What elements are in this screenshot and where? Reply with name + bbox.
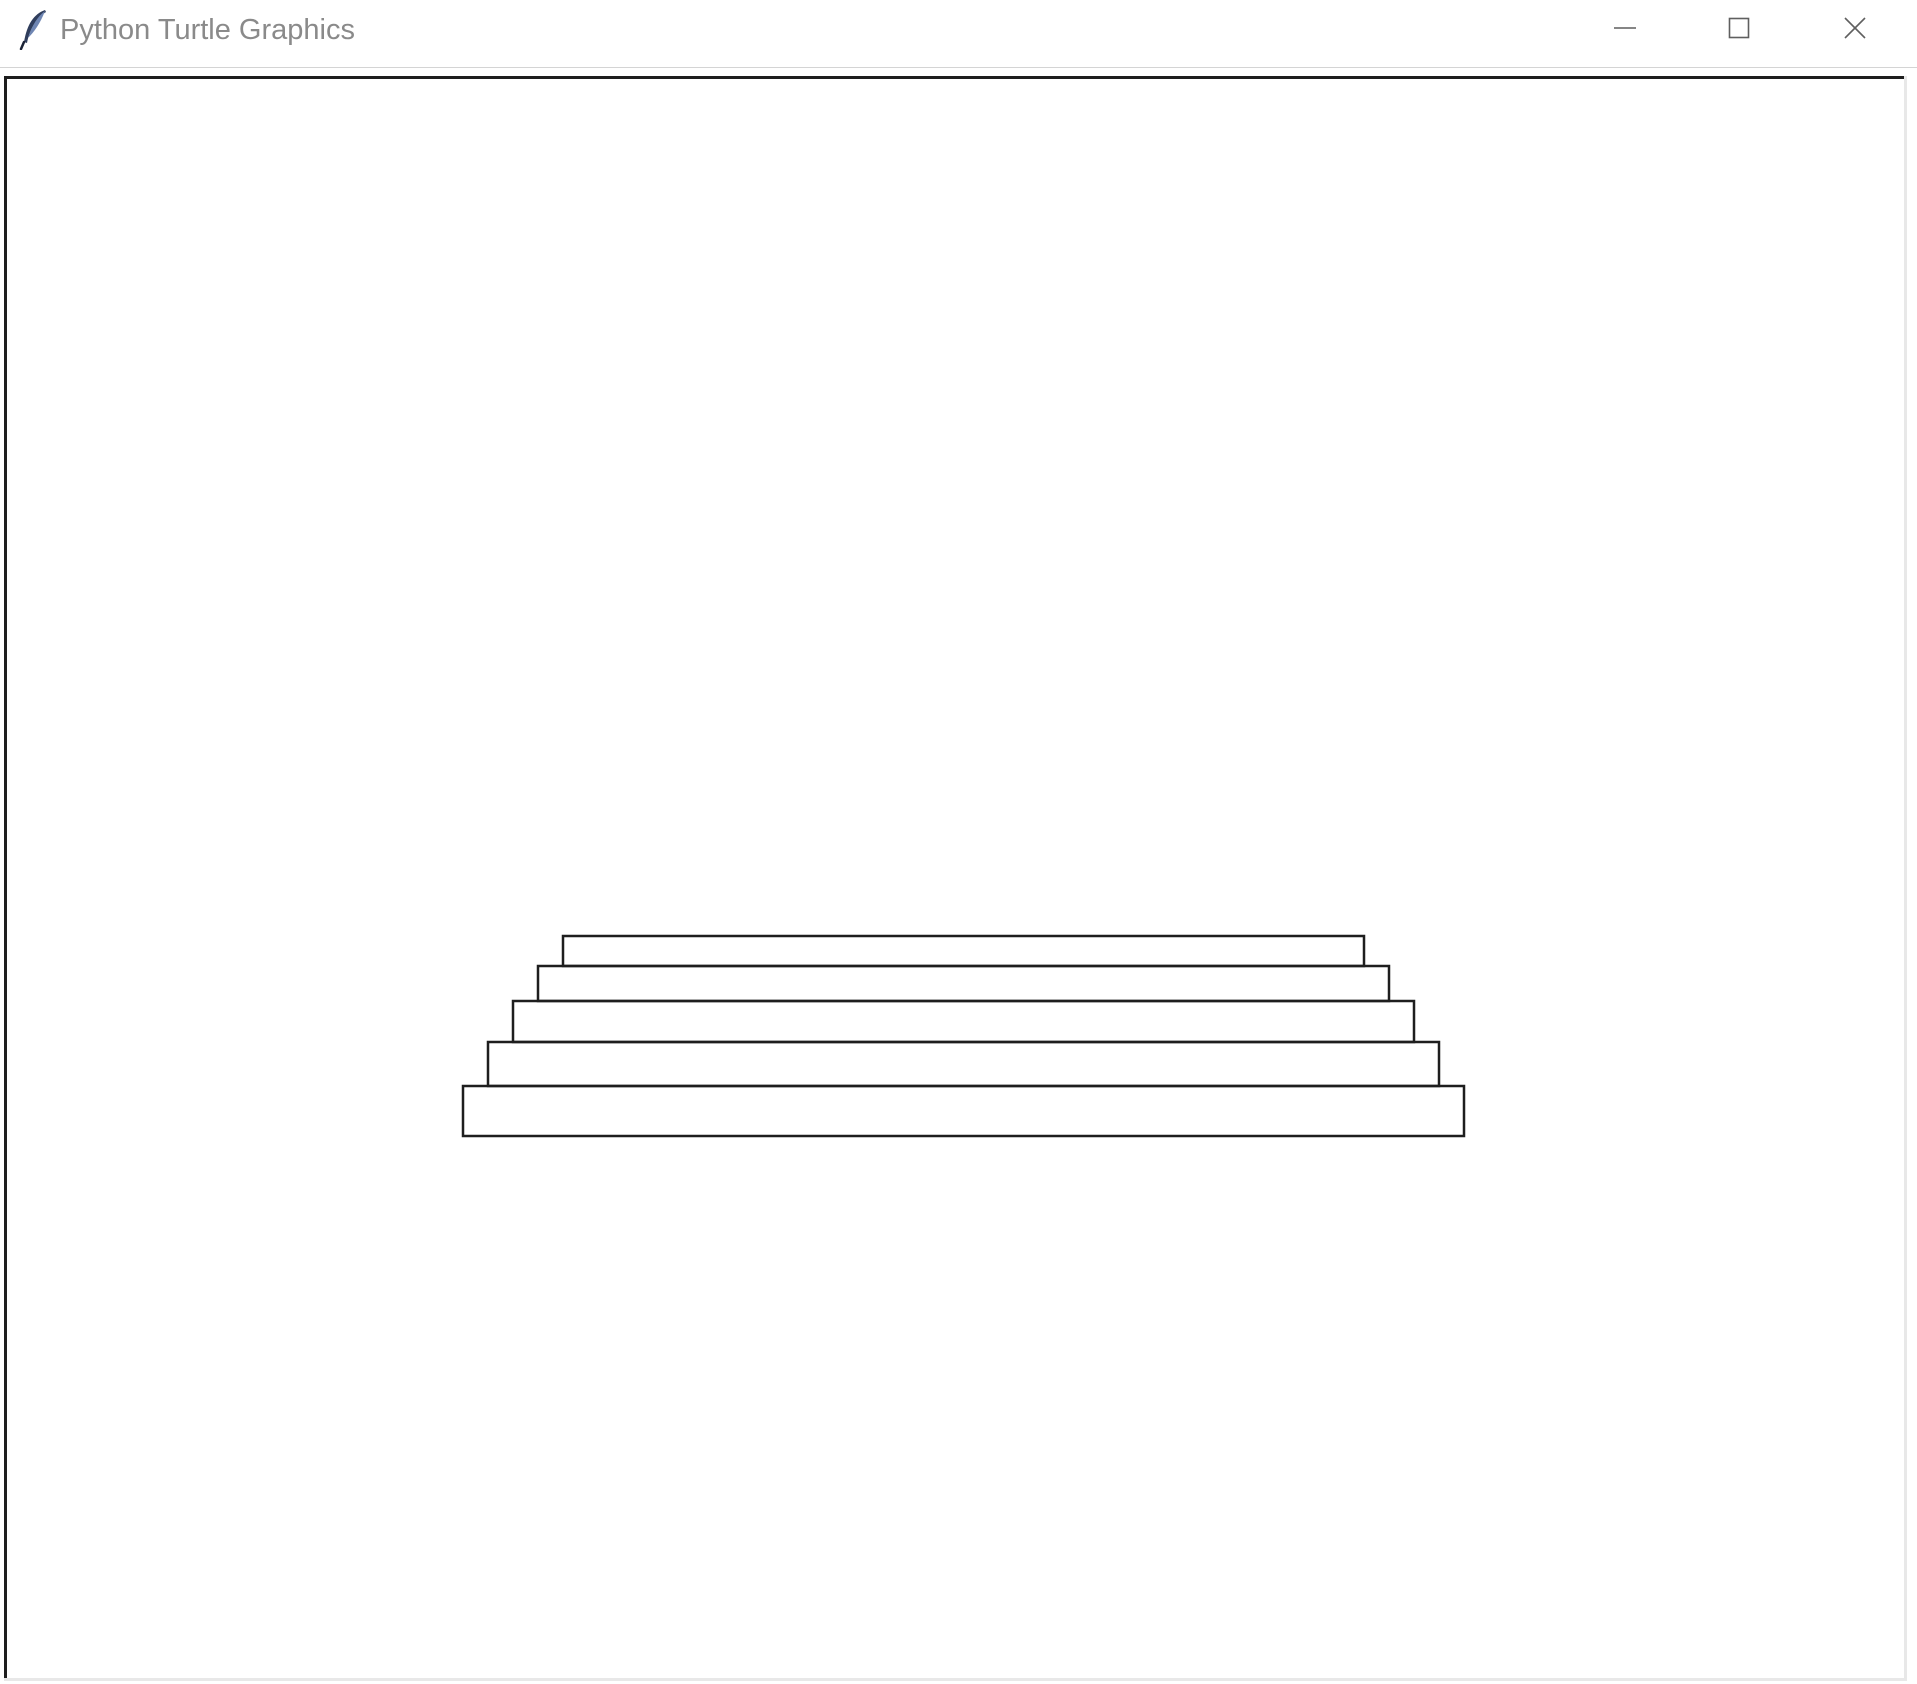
feather-icon [18,8,52,51]
close-button[interactable] [1800,0,1910,56]
canvas-right-border [1904,76,1907,1680]
maximize-icon [1728,17,1750,39]
title-bar[interactable]: Python Turtle Graphics [0,0,1917,68]
minimize-icon [1614,27,1636,29]
maximize-button[interactable] [1685,0,1795,56]
close-icon [1844,17,1866,39]
turtle-canvas[interactable] [4,76,1904,1680]
minimize-button[interactable] [1570,0,1680,56]
window-title: Python Turtle Graphics [60,14,355,46]
canvas-bottom-border [4,1678,1907,1681]
turtle-window: Python Turtle Graphics [0,0,1917,1684]
